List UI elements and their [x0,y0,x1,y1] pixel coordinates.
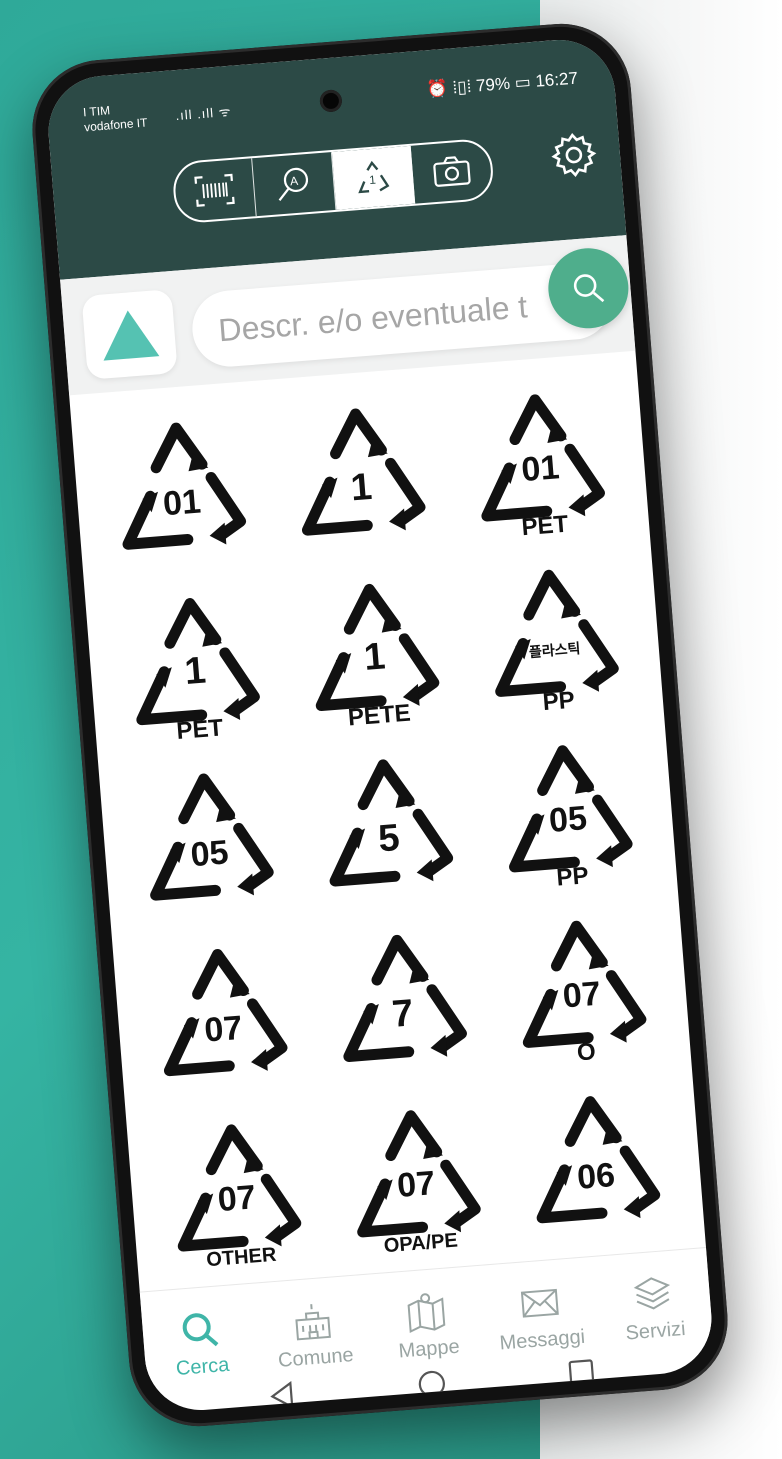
recycle-symbol-icon: 05 PP [509,745,633,892]
symbol-label: PET [175,714,224,745]
mode-camera[interactable] [410,140,493,204]
search-mode-switch: A 1 [171,137,496,225]
symbol-number: 7 [391,992,415,1036]
symbol-label: OTHER [206,1244,278,1271]
recycle-symbol-icon: 07 O [522,920,647,1067]
symbol-item[interactable]: 07 O [485,892,678,1082]
symbol-number: 1 [362,635,386,679]
mode-recycle[interactable]: 1 [331,145,415,210]
back-icon[interactable] [266,1380,298,1412]
symbol-item[interactable]: 01 [84,394,277,584]
symbol-label: OPA/PE [383,1230,459,1258]
camera-icon [433,156,471,187]
town-hall-icon [295,1303,332,1340]
status-bar: I TIM vodafone IT .ıll .ıll ᯤ ⏰ ⁞▯⁞ 79% … [82,63,580,146]
symbol-number: 05 [189,833,230,874]
search-icon [182,1312,219,1346]
symbol-number: 07 [561,975,602,1016]
symbol-number: 1 [349,466,373,510]
svg-text:1: 1 [368,173,376,188]
symbol-number: 플라스틱 [528,640,581,660]
search-icon [573,274,605,303]
front-camera [319,89,343,113]
symbol-item[interactable]: 05 [112,745,305,935]
symbol-number: 07 [396,1164,437,1205]
symbol-label: O [576,1038,597,1066]
symbol-item[interactable]: 07 OPA/PE [319,1082,512,1272]
symbol-item[interactable]: 7 [305,906,498,1096]
symbol-item[interactable]: 06 [498,1068,691,1258]
symbol-number: 07 [203,1009,244,1050]
symbol-number: 01 [520,448,561,489]
triangle-icon [103,310,160,361]
layers-icon [633,1276,671,1309]
symbol-label: PP [555,862,589,891]
recycle-icon: 1 [357,160,390,194]
recycle-symbol-icon: 1 PETE [315,583,440,732]
symbol-number: 01 [162,482,203,523]
symbol-number: 07 [216,1178,257,1219]
recycle-symbol-icon: 07 OTHER [177,1124,302,1271]
status-right: ⏰ ⁞▯⁞ 79% ▭ 16:27 [426,68,579,100]
search-input[interactable] [213,267,533,370]
symbol-item[interactable]: 07 OTHER [139,1096,332,1286]
recycle-symbol-icon: 07 OPA/PE [357,1110,481,1258]
recycle-symbol-icon: 05 [150,773,274,901]
map-icon [407,1292,446,1333]
symbol-label: PP [542,687,576,716]
symbol-item[interactable]: 01 PET [443,366,636,556]
symbol-item[interactable]: 1 PET [98,570,291,760]
recents-icon[interactable] [565,1356,597,1388]
symbol-grid: 01 1 01 PET 1 PET 1 PETE 플라스틱 PP 05 5 05 PP 07 7 07 O 07 OT… [84,366,692,1291]
symbol-item[interactable]: 07 [126,920,319,1110]
symbol-label: PET [521,511,570,542]
mail-icon [520,1288,559,1318]
recycle-symbol-icon: 5 [329,759,454,887]
barcode-icon [194,173,235,207]
text-search-icon: A [279,167,309,201]
phone-screen: I TIM vodafone IT .ıll .ıll ᯤ ⏰ ⁞▯⁞ 79% … [44,35,716,1415]
signal-indicators: .ıll .ıll ᯤ [174,103,233,124]
symbol-number: 06 [576,1156,617,1197]
symbol-number: 05 [548,799,589,840]
mode-text-search[interactable]: A [252,152,336,217]
recycle-symbol-icon: 06 [536,1096,661,1224]
recycle-symbol-icon: 1 [301,408,426,536]
scene: I TIM vodafone IT .ıll .ıll ᯤ ⏰ ⁞▯⁞ 79% … [0,0,782,1459]
recycle-symbol-icon: 01 [122,422,247,550]
symbol-number: 5 [377,817,401,861]
symbol-number: 1 [183,650,207,694]
recycle-symbol-icon: 1 PET [136,598,260,745]
recycle-symbol-icon: 07 [163,948,288,1077]
svg-text:A: A [290,174,299,189]
recycle-symbol-icon: 7 [343,934,467,1062]
symbol-item[interactable]: 05 PP [471,717,664,907]
recycle-symbol-icon: 01 PET [481,394,605,542]
filter-button[interactable] [81,289,178,380]
phone-frame: I TIM vodafone IT .ıll .ıll ᯤ ⏰ ⁞▯⁞ 79% … [27,18,733,1432]
home-icon[interactable] [416,1368,448,1400]
mode-barcode[interactable] [173,158,257,223]
recycle-symbol-icon: 플라스틱 PP [495,569,619,716]
symbol-item[interactable]: 5 [291,731,484,921]
symbol-label: PETE [347,700,412,732]
gear-icon[interactable] [548,129,600,181]
symbol-item[interactable]: 플라스틱 PP [457,541,650,731]
symbol-item[interactable]: 1 [264,380,457,570]
symbol-item[interactable]: 1 PETE [277,555,470,745]
carrier-info: I TIM vodafone IT [82,100,148,135]
